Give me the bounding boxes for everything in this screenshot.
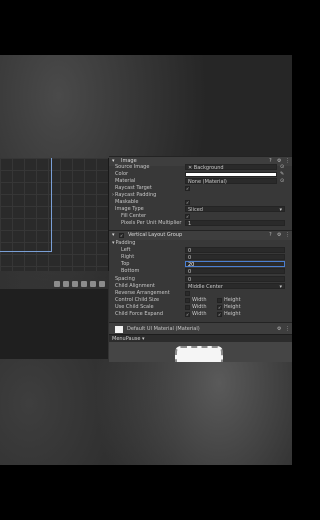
source-image-label: Source Image [115,164,150,170]
spacing-field[interactable]: 0 [185,276,285,283]
use-child-scale-height-checkbox[interactable]: ✓ [217,305,222,310]
rect-transform-outline [0,158,52,252]
maskable-label: Maskable [115,199,139,205]
eyedropper-icon[interactable]: ✎ [280,171,284,178]
preview-area [109,342,292,362]
material-settings-icon[interactable]: ⚙ [277,326,281,332]
height-label: Height [224,304,241,310]
width-label: Width [192,304,207,310]
use-child-scale-width-checkbox[interactable] [185,305,190,310]
ppu-field[interactable]: 1 [185,220,285,227]
tool-icon-2[interactable] [63,281,69,287]
right-label: Right [121,254,135,260]
material-swatch [115,326,123,333]
bottom-label: Bottom [121,268,140,274]
maskable-checkbox[interactable]: ✓ [185,200,190,205]
reverse-arrangement-label: Reverse Arrangement [115,290,170,296]
image-type-label: Image Type [115,206,144,212]
height-label: Height [224,297,241,303]
material-label: Material [115,178,136,184]
control-child-size-row: Control Child Size Width Height [109,297,292,304]
material-more-icon[interactable]: ⋮ [285,326,290,332]
ppu-row: Pixels Per Unit Multiplier 1 [109,220,292,227]
source-image-row: Source Image ✕ Background ⊙ [109,164,292,171]
left-field[interactable]: 0 [185,247,285,254]
raycast-target-checkbox[interactable]: ✓ [185,186,190,191]
ppu-label: Pixels Per Unit Multiplier [121,220,182,226]
image-type-dropdown[interactable]: Sliced ▾ [185,206,285,213]
control-child-size-label: Control Child Size [115,297,160,303]
material-row: Material None (Material) ⊙ [109,178,292,185]
scene-view[interactable] [0,158,109,271]
child-force-expand-row: Child Force Expand ✓ Width ✓ Height [109,311,292,318]
padding-row[interactable]: ▾Padding [109,240,292,247]
height-label: Height [224,311,241,317]
raycast-target-label: Raycast Target [115,185,152,191]
maskable-row: Maskable ✓ [109,199,292,206]
child-force-expand-height-checkbox[interactable]: ✓ [217,312,222,317]
use-child-scale-row: Use Child Scale Width ✓ Height [109,304,292,311]
top-field[interactable]: 20 [185,261,285,268]
bottom-field[interactable]: 0 [185,268,285,275]
child-alignment-label: Child Alignment [115,283,155,289]
color-label: Color [115,171,129,177]
color-row: Color ✎ [109,171,292,178]
source-image-field[interactable]: ✕ Background [185,164,277,171]
scene-toolbar [0,279,108,289]
left-row: Left 0 [109,247,292,254]
fill-center-checkbox[interactable]: ✓ [185,214,190,219]
reverse-arrangement-row: Reverse Arrangement [109,290,292,297]
child-alignment-row: Child Alignment Middle Center ▾ [109,283,292,290]
vlg-enabled-checkbox[interactable]: ✓ [119,233,124,238]
raycast-padding-label: ›Raycast Padding [112,192,157,198]
object-picker-icon[interactable]: ⊙ [280,164,284,171]
raycast-padding-row[interactable]: ›Raycast Padding [109,192,292,199]
right-field[interactable]: 0 [185,254,285,261]
control-child-size-height-checkbox[interactable] [217,298,222,303]
inspector-panel: ▾ Image ? ⚙ ⋮ Source Image ✕ Background … [109,156,292,362]
color-field[interactable] [185,172,277,177]
width-label: Width [192,311,207,317]
fill-center-row: Fill Center ✓ [109,213,292,220]
tool-icon-1[interactable] [54,281,60,287]
scene-lower-panel [0,289,108,359]
vlg-header[interactable]: ▾ ✓ Vertical Layout Group ? ⚙ ⋮ [109,230,292,240]
raycast-target-row: Raycast Target ✓ [109,185,292,192]
material-field[interactable]: None (Material) [185,178,277,185]
use-child-scale-label: Use Child Scale [115,304,154,310]
control-child-size-width-checkbox[interactable] [185,298,190,303]
tool-icon-5[interactable] [90,281,96,287]
vlg-more-icon[interactable]: ⋮ [285,231,290,240]
vlg-help-icon[interactable]: ? [269,231,272,240]
tool-icon-3[interactable] [72,281,78,287]
image-type-row: Image Type Sliced ▾ [109,206,292,213]
default-material-label: Default UI Material (Material) [127,326,200,332]
top-row: Top 20 [109,261,292,268]
tool-icon-4[interactable] [81,281,87,287]
child-force-expand-label: Child Force Expand [115,311,164,317]
right-row: Right 0 [109,254,292,261]
padding-label: ▾Padding [112,240,136,246]
spacing-label: Spacing [115,276,135,282]
fill-center-label: Fill Center [121,213,147,219]
tool-icon-6[interactable] [99,281,105,287]
child-alignment-dropdown[interactable]: Middle Center ▾ [185,283,285,290]
vlg-settings-icon[interactable]: ⚙ [277,231,281,240]
spacing-row: Spacing 0 [109,276,292,283]
bottom-row: Bottom 0 [109,268,292,275]
vlg-title: Vertical Layout Group [128,232,183,238]
sprite-preview [175,346,223,362]
reverse-arrangement-checkbox[interactable] [185,291,190,296]
vlg-foldout-icon[interactable]: ▾ [112,231,115,240]
width-label: Width [192,297,207,303]
top-label: Top [121,261,130,267]
left-label: Left [121,247,131,253]
material-picker-icon[interactable]: ⊙ [280,178,284,185]
child-force-expand-width-checkbox[interactable]: ✓ [185,312,190,317]
